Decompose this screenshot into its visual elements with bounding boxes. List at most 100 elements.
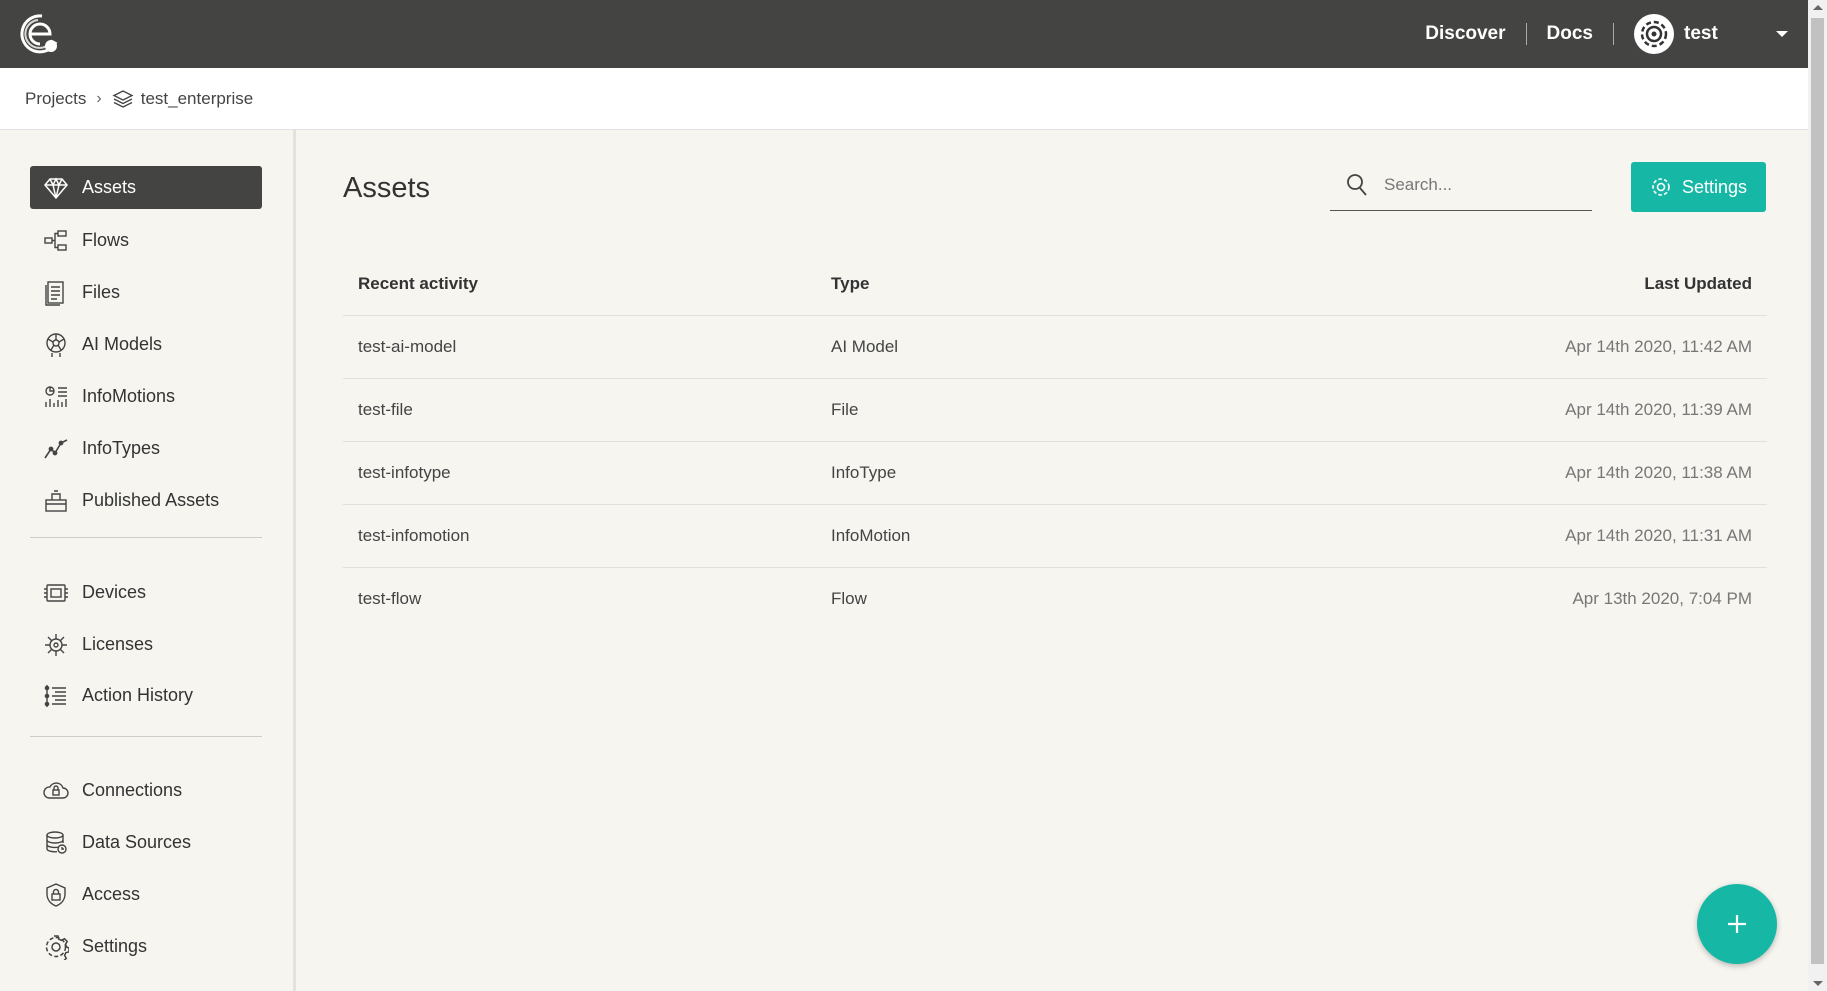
asset-type: InfoType [831, 463, 897, 482]
nav-divider [1525, 23, 1527, 45]
search-input[interactable] [1382, 174, 1576, 196]
infotypes-icon [42, 435, 70, 463]
asset-name[interactable]: test-file [358, 400, 413, 420]
discover-link[interactable]: Discover [1425, 23, 1505, 45]
page-title: Assets [343, 172, 431, 204]
sidebar-item-label: Devices [82, 582, 147, 602]
asset-type: Flow [831, 589, 867, 608]
diamond-icon [42, 174, 70, 202]
column-header-type[interactable]: Type [831, 274, 869, 294]
sidebar-item-label: Published Assets [82, 490, 220, 510]
sidebar-item-files[interactable]: Files [30, 271, 262, 314]
asset-last-updated: Apr 14th 2020, 11:42 AM [1565, 337, 1752, 356]
search-box[interactable] [1330, 160, 1592, 211]
layers-icon [112, 88, 134, 110]
sidebar-item-label: Licenses [82, 634, 154, 654]
sidebar-item-label: InfoTypes [82, 438, 161, 458]
shield-lock-icon [42, 881, 70, 909]
table-header-row: Recent activity Type Last Updated [343, 252, 1767, 316]
sidebar-item-devices[interactable]: Devices [30, 571, 262, 614]
sidebar-item-access[interactable]: Access [30, 873, 262, 916]
sidebar-item-label: Data Sources [82, 832, 192, 852]
gear-icon [42, 933, 70, 961]
search-icon [1346, 173, 1368, 197]
settings-button-label: Settings [1681, 176, 1748, 197]
sidebar-item-flows[interactable]: Flows [30, 219, 262, 262]
table-row[interactable]: test-ai-model AI Model Apr 14th 2020, 11… [343, 316, 1767, 379]
sidebar-item-label: Connections [82, 780, 183, 800]
sidebar-item-assets[interactable]: Assets [30, 166, 262, 209]
breadcrumb-separator: › [96, 89, 102, 107]
sidebar-divider [30, 736, 262, 737]
files-icon [42, 279, 70, 307]
sidebar-item-licenses[interactable]: Licenses [30, 623, 262, 666]
table-row[interactable]: test-file File Apr 14th 2020, 11:39 AM [343, 379, 1767, 442]
sidebar-item-ai-models[interactable]: AI Models [30, 323, 262, 366]
sidebar-item-label: AI Models [82, 334, 163, 354]
sidebar-item-action-history[interactable]: Action History [30, 674, 262, 717]
sidebar-item-label: InfoMotions [82, 386, 176, 406]
user-menu[interactable]: test [1634, 14, 1808, 54]
sidebar-item-label: Access [82, 884, 141, 904]
plus-icon [1724, 911, 1750, 937]
main-content: Assets Settings Recent activity Type Las… [296, 130, 1808, 991]
recent-activity-table: Recent activity Type Last Updated test-a… [343, 252, 1767, 630]
database-icon [42, 829, 70, 857]
infomotions-icon [42, 383, 70, 411]
scrollbar-thumb[interactable] [1811, 18, 1824, 964]
app-logo-icon[interactable] [18, 12, 62, 56]
asset-type: AI Model [831, 337, 899, 356]
licenses-icon [42, 631, 70, 659]
breadcrumb: Projects › test_enterprise [0, 68, 1808, 130]
asset-name[interactable]: test-infomotion [358, 526, 470, 546]
asset-type: File [831, 400, 859, 419]
sidebar-item-infomotions[interactable]: InfoMotions [30, 375, 262, 418]
page-scrollbar[interactable] [1808, 0, 1827, 991]
sidebar-item-published-assets[interactable]: Published Assets [30, 479, 262, 522]
sidebar-item-label: Assets [82, 177, 137, 197]
asset-name[interactable]: test-flow [358, 589, 421, 609]
gear-icon [1650, 176, 1672, 198]
ai-models-icon [42, 331, 70, 359]
sidebar-item-label: Action History [82, 685, 194, 705]
asset-last-updated: Apr 13th 2020, 7:04 PM [1572, 589, 1752, 608]
breadcrumb-current: test_enterprise [140, 88, 254, 108]
sidebar-item-settings[interactable]: Settings [30, 925, 262, 968]
sidebar: Assets Flows Files AI Models InfoMotions… [0, 130, 296, 991]
asset-name[interactable]: test-ai-model [358, 337, 456, 357]
sidebar-item-infotypes[interactable]: InfoTypes [30, 427, 262, 470]
docs-link[interactable]: Docs [1547, 23, 1593, 45]
flows-icon [42, 227, 70, 255]
sidebar-item-label: Flows [82, 230, 130, 250]
column-header-last-updated[interactable]: Last Updated [1644, 274, 1752, 294]
asset-name[interactable]: test-infotype [358, 463, 451, 483]
sidebar-item-data-sources[interactable]: Data Sources [30, 821, 262, 864]
table-row[interactable]: test-flow Flow Apr 13th 2020, 7:04 PM [343, 568, 1767, 630]
column-header-recent-activity[interactable]: Recent activity [358, 274, 478, 294]
table-row[interactable]: test-infomotion InfoMotion Apr 14th 2020… [343, 505, 1767, 568]
asset-last-updated: Apr 14th 2020, 11:38 AM [1565, 463, 1752, 482]
add-asset-button[interactable] [1697, 884, 1777, 964]
asset-type: InfoMotion [831, 526, 911, 545]
action-history-icon [42, 682, 70, 710]
table-row[interactable]: test-infotype InfoType Apr 14th 2020, 11… [343, 442, 1767, 505]
asset-last-updated: Apr 14th 2020, 11:39 AM [1565, 400, 1752, 419]
top-bar: Discover Docs test [0, 0, 1808, 68]
sidebar-item-label: Files [82, 282, 121, 302]
chevron-down-icon[interactable] [1776, 31, 1788, 37]
cloud-icon [42, 777, 70, 805]
settings-button[interactable]: Settings [1631, 162, 1766, 212]
breadcrumb-projects-link[interactable]: Projects [25, 89, 86, 109]
published-assets-icon [42, 487, 70, 515]
nav-divider [1613, 23, 1614, 45]
top-navigation: Discover Docs test [1425, 0, 1808, 68]
user-name[interactable]: test [1684, 23, 1774, 45]
avatar[interactable] [1634, 14, 1674, 54]
asset-last-updated: Apr 14th 2020, 11:31 AM [1565, 526, 1752, 545]
devices-icon [42, 579, 70, 607]
scroll-up-arrow-icon[interactable] [1813, 5, 1823, 10]
sidebar-item-label: Settings [82, 936, 148, 956]
scroll-down-arrow-icon[interactable] [1813, 981, 1823, 986]
sidebar-item-connections[interactable]: Connections [30, 769, 262, 812]
sidebar-divider [30, 537, 262, 538]
